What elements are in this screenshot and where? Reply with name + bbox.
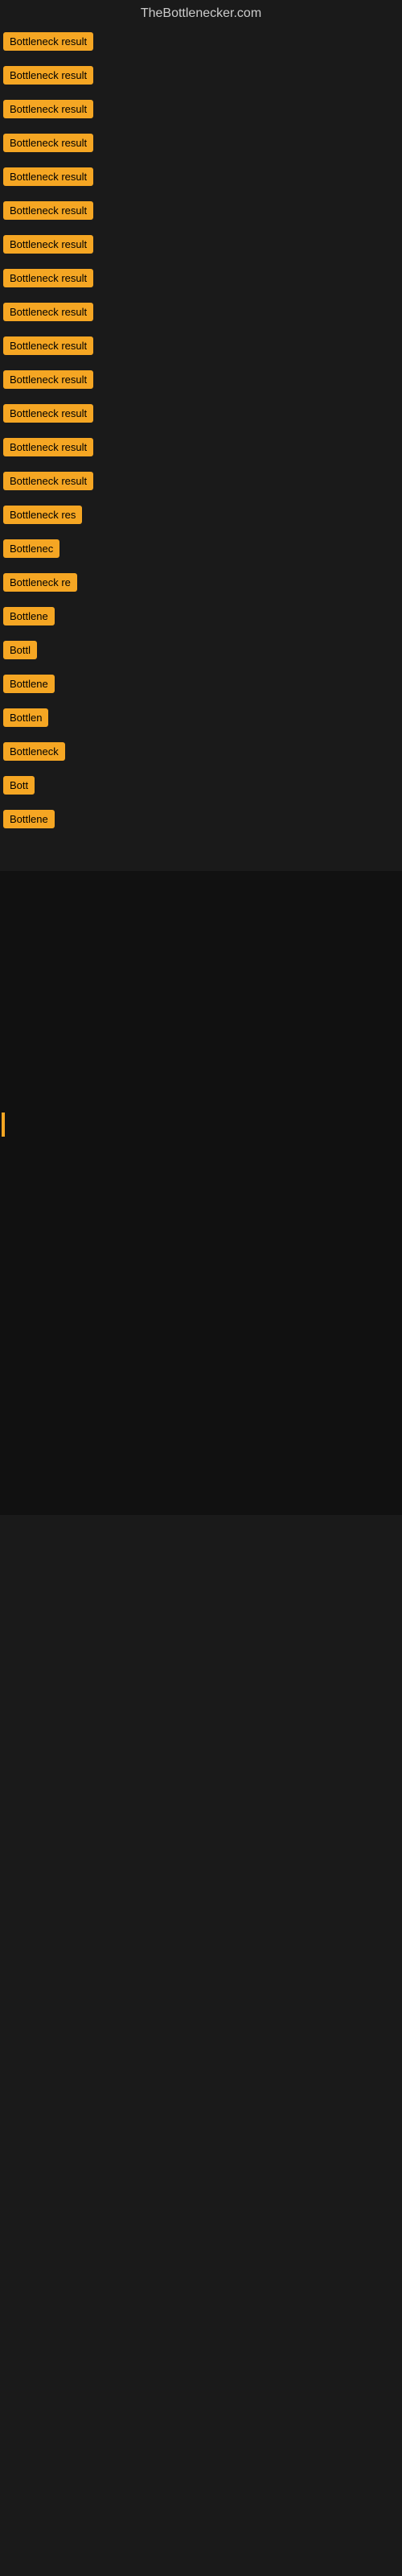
list-item[interactable]: Bottleneck result [0, 230, 402, 262]
bottleneck-badge[interactable]: Bottlenec [3, 539, 59, 558]
bottleneck-badge[interactable]: Bottleneck result [3, 303, 93, 321]
bottleneck-badge[interactable]: Bott [3, 776, 35, 795]
list-item[interactable]: Bottleneck result [0, 129, 402, 161]
bottleneck-badge[interactable]: Bottl [3, 641, 37, 659]
list-item[interactable]: Bottleneck result [0, 399, 402, 431]
bottleneck-badge[interactable]: Bottleneck result [3, 134, 93, 152]
small-indicator [2, 1113, 5, 1137]
list-item[interactable]: Bottlen [0, 704, 402, 736]
bottleneck-badge[interactable]: Bottleneck result [3, 438, 93, 456]
bottleneck-badge[interactable]: Bottlen [3, 708, 48, 727]
list-item[interactable]: Bottleneck result [0, 467, 402, 499]
bottleneck-badge[interactable]: Bottleneck result [3, 472, 93, 490]
bottleneck-badge[interactable]: Bottleneck result [3, 370, 93, 389]
list-item[interactable]: Bottlene [0, 670, 402, 702]
list-item[interactable]: Bott [0, 771, 402, 803]
bottleneck-badge[interactable]: Bottleneck result [3, 32, 93, 51]
list-item[interactable]: Bottleneck result [0, 298, 402, 330]
bottleneck-badge[interactable]: Bottleneck result [3, 201, 93, 220]
list-item[interactable]: Bottleneck result [0, 61, 402, 93]
list-item[interactable]: Bottlene [0, 805, 402, 837]
list-item[interactable]: Bottleneck re [0, 568, 402, 601]
list-item[interactable]: Bottlenec [0, 535, 402, 567]
bottleneck-badge[interactable]: Bottleneck result [3, 336, 93, 355]
bottleneck-badge[interactable]: Bottleneck result [3, 269, 93, 287]
site-title: TheBottlenecker.com [0, 0, 402, 27]
bottleneck-badge[interactable]: Bottleneck result [3, 66, 93, 85]
bottom-area [0, 871, 402, 1515]
bottleneck-badge[interactable]: Bottleneck re [3, 573, 77, 592]
bottleneck-list: Bottleneck result Bottleneck result Bottle… [0, 27, 402, 837]
bottleneck-badge[interactable]: Bottleneck result [3, 235, 93, 254]
list-item[interactable]: Bottl [0, 636, 402, 668]
bottleneck-badge[interactable]: Bottleneck result [3, 167, 93, 186]
bottleneck-badge[interactable]: Bottlene [3, 810, 55, 828]
list-item[interactable]: Bottleneck [0, 737, 402, 770]
list-item[interactable]: Bottlene [0, 602, 402, 634]
bottleneck-badge[interactable]: Bottleneck res [3, 506, 82, 524]
list-item[interactable]: Bottleneck result [0, 95, 402, 127]
list-item[interactable]: Bottleneck result [0, 196, 402, 229]
list-item[interactable]: Bottleneck result [0, 332, 402, 364]
list-item[interactable]: Bottleneck result [0, 27, 402, 60]
bottleneck-badge[interactable]: Bottleneck result [3, 404, 93, 423]
list-item[interactable]: Bottleneck result [0, 433, 402, 465]
bottleneck-badge[interactable]: Bottleneck result [3, 100, 93, 118]
bottleneck-badge[interactable]: Bottlene [3, 675, 55, 693]
list-item[interactable]: Bottleneck result [0, 163, 402, 195]
list-item[interactable]: Bottleneck res [0, 501, 402, 533]
list-item[interactable]: Bottleneck result [0, 264, 402, 296]
bottleneck-badge[interactable]: Bottlene [3, 607, 55, 625]
bottleneck-badge[interactable]: Bottleneck [3, 742, 65, 761]
list-item[interactable]: Bottleneck result [0, 365, 402, 398]
